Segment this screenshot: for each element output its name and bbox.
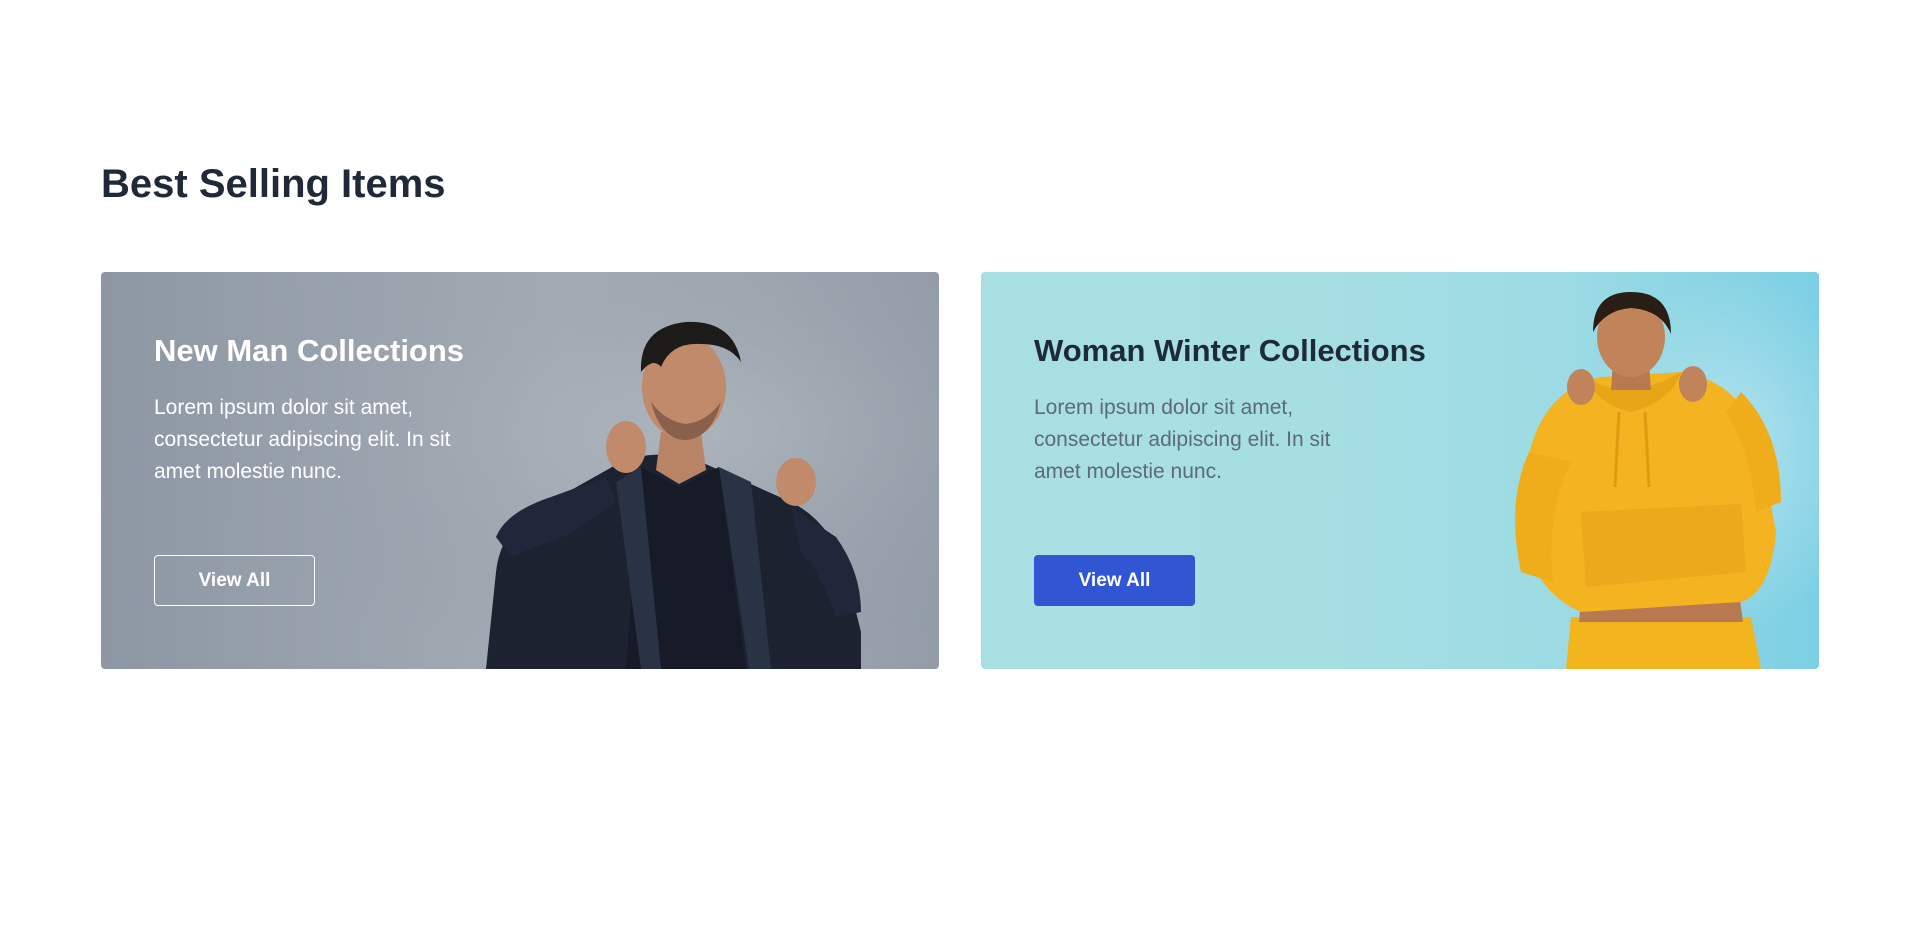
man-card-content: New Man Collections Lorem ipsum dolor si… [154, 332, 514, 606]
man-collection-card: New Man Collections Lorem ipsum dolor si… [101, 272, 939, 669]
man-card-title: New Man Collections [154, 333, 465, 368]
man-card-description: Lorem ipsum dolor sit amet, consectetur … [154, 396, 451, 483]
woman-collection-card: Woman Winter Collections Lorem ipsum dol… [981, 272, 1819, 669]
section-title: Best Selling Items [101, 162, 446, 206]
woman-card-title: Woman Winter Collections [1034, 333, 1426, 368]
woman-card-description: Lorem ipsum dolor sit amet, consectetur … [1034, 396, 1331, 483]
woman-view-all-button[interactable]: View All [1034, 555, 1195, 606]
woman-card-content: Woman Winter Collections Lorem ipsum dol… [1034, 332, 1426, 606]
man-view-all-button[interactable]: View All [154, 555, 315, 606]
